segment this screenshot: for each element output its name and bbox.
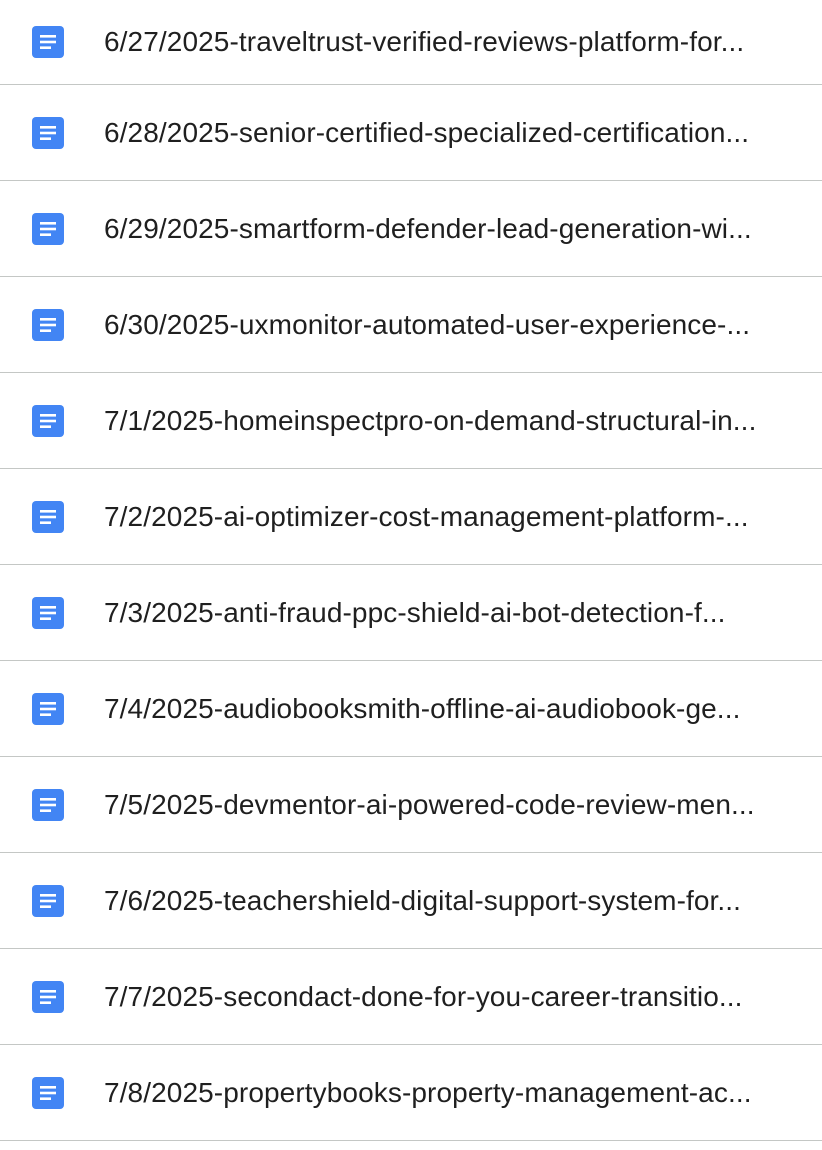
file-name: 7/6/2025-teachershield-digital-support-s… <box>104 884 742 916</box>
file-name: 6/30/2025-uxmonitor-automated-user-exper… <box>104 308 751 340</box>
google-docs-icon <box>32 500 64 533</box>
file-name: 7/4/2025-audiobooksmith-offline-ai-audio… <box>104 692 741 724</box>
file-row[interactable]: 6/29/2025-smartform-defender-lead-genera… <box>0 181 822 277</box>
file-row[interactable]: 7/2/2025-ai-optimizer-cost-management-pl… <box>0 469 822 565</box>
file-row[interactable]: 7/5/2025-devmentor-ai-powered-code-revie… <box>0 757 822 853</box>
file-list: 6/27/2025-traveltrust-verified-reviews-p… <box>0 0 822 1141</box>
file-name: 6/28/2025-senior-certified-specialized-c… <box>104 116 750 148</box>
file-row[interactable]: 7/3/2025-anti-fraud-ppc-shield-ai-bot-de… <box>0 565 822 661</box>
google-docs-icon <box>32 788 64 821</box>
file-row[interactable]: 7/1/2025-homeinspectpro-on-demand-struct… <box>0 373 822 469</box>
google-docs-icon <box>32 116 64 149</box>
file-name: 7/3/2025-anti-fraud-ppc-shield-ai-bot-de… <box>104 596 726 628</box>
file-name: 7/5/2025-devmentor-ai-powered-code-revie… <box>104 788 755 820</box>
google-docs-icon <box>32 596 64 629</box>
file-name: 7/7/2025-secondact-done-for-you-career-t… <box>104 980 743 1012</box>
file-row[interactable]: 7/4/2025-audiobooksmith-offline-ai-audio… <box>0 661 822 757</box>
google-docs-icon <box>32 980 64 1013</box>
google-docs-icon <box>32 884 64 917</box>
file-row[interactable]: 6/27/2025-traveltrust-verified-reviews-p… <box>0 0 822 85</box>
file-name: 7/8/2025-propertybooks-property-manageme… <box>104 1076 752 1108</box>
google-docs-icon <box>32 308 64 341</box>
file-row[interactable]: 6/30/2025-uxmonitor-automated-user-exper… <box>0 277 822 373</box>
google-docs-icon <box>32 212 64 245</box>
google-docs-icon <box>32 26 64 58</box>
file-row[interactable]: 7/8/2025-propertybooks-property-manageme… <box>0 1045 822 1141</box>
google-docs-icon <box>32 692 64 725</box>
file-row[interactable]: 7/7/2025-secondact-done-for-you-career-t… <box>0 949 822 1045</box>
file-name: 7/1/2025-homeinspectpro-on-demand-struct… <box>104 404 757 436</box>
file-name: 6/27/2025-traveltrust-verified-reviews-p… <box>104 26 745 57</box>
google-docs-icon <box>32 404 64 437</box>
google-docs-icon <box>32 1076 64 1109</box>
file-name: 6/29/2025-smartform-defender-lead-genera… <box>104 212 752 244</box>
file-row[interactable]: 6/28/2025-senior-certified-specialized-c… <box>0 85 822 181</box>
file-name: 7/2/2025-ai-optimizer-cost-management-pl… <box>104 500 749 532</box>
file-row[interactable]: 7/6/2025-teachershield-digital-support-s… <box>0 853 822 949</box>
